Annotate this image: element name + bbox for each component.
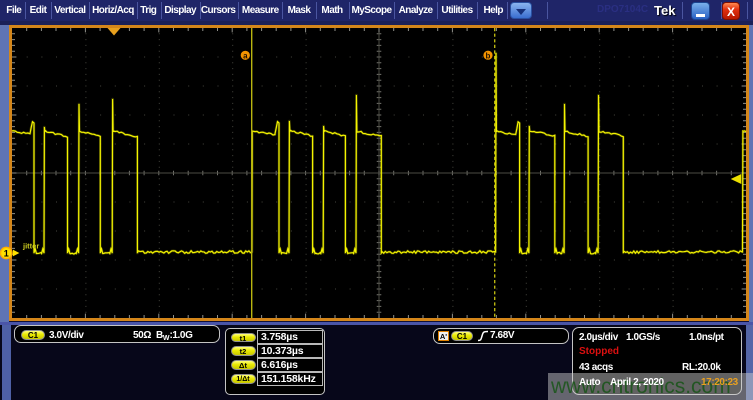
svg-text:a: a (243, 52, 248, 61)
svg-text:jitter: jitter (22, 242, 39, 251)
svg-text:1: 1 (4, 248, 9, 258)
svg-text:b: b (486, 51, 491, 60)
